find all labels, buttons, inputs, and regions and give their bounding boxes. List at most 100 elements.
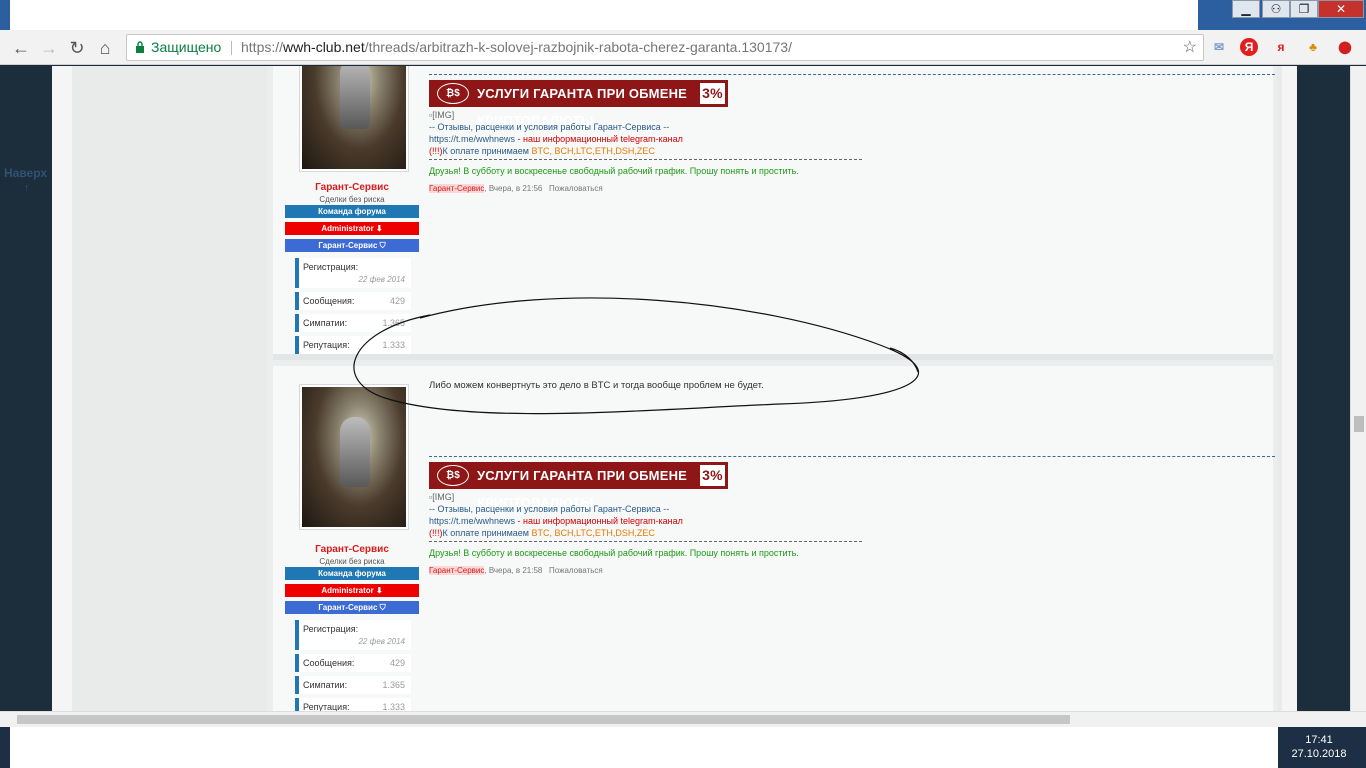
- badge-administrator: Administrator ⬇: [285, 584, 419, 597]
- url-host: wwh-club.net: [283, 39, 365, 55]
- taskbar-clock[interactable]: 17:41 27.10.2018: [1280, 733, 1358, 761]
- payment-coins: BTC, BCH,LTC,ETH,DSH,ZEC: [531, 528, 655, 538]
- url-text[interactable]: https://wwh-club.net/threads/arbitrazh-k…: [241, 35, 792, 60]
- omnibox-divider: [231, 41, 232, 55]
- avatar-image: [302, 66, 406, 169]
- banner-percent: 3%: [700, 465, 725, 486]
- stat-value: 22 фев 2014: [358, 637, 405, 646]
- restore-button[interactable]: ❐: [1290, 0, 1318, 18]
- signature-divider-2: [429, 541, 862, 542]
- telegram-link[interactable]: https://t.me/wwhnews: [429, 134, 515, 144]
- signature-payment-line: (!!!)К оплате принимаем BTC, BCH,LTC,ETH…: [429, 145, 1269, 157]
- garant-banner[interactable]: ₿$ УСЛУГИ ГАРАНТА ПРИ ОБМЕНЕ КРИПТОВАЛЮТ…: [429, 80, 728, 128]
- stat-reputation: Репутация: 1.333: [295, 698, 411, 711]
- message-meta: Гарант-Сервис, Вчера, в 21:58 Пожаловать…: [429, 566, 1269, 575]
- signature-payment-line: (!!!)К оплате принимаем BTC, BCH,LTC,ETH…: [429, 527, 1269, 539]
- badge-forum-team: Команда форума: [285, 567, 419, 580]
- payment-text: К оплате принимаем: [442, 146, 532, 156]
- crypto-coin-icon: ₿$: [437, 83, 469, 104]
- update-extension-icon[interactable]: ⬤: [1336, 38, 1354, 56]
- stat-label: Сообщения:: [303, 658, 355, 668]
- stat-likes: Симпатии: 1.365: [295, 676, 411, 694]
- stat-likes: Симпатии: 1.365: [295, 314, 411, 332]
- home-button[interactable]: ⌂: [93, 36, 117, 60]
- user-stats: Регистрация: 22 фев 2014 Сообщения: 429 Си…: [295, 258, 411, 358]
- meta-author-link[interactable]: Гарант-Сервис: [429, 566, 485, 575]
- lock-icon: [136, 41, 144, 53]
- stat-label: Симпатии:: [303, 680, 348, 690]
- message-user-info: Гарант-Сервис Сделки без риска Команда ф…: [285, 66, 419, 360]
- payment-coins: BTC, BCH,LTC,ETH,DSH,ZEC: [531, 146, 655, 156]
- post-item: Гарант-Сервис Сделки без риска Команда ф…: [273, 366, 1275, 711]
- scroll-to-top-link[interactable]: Наверх: [4, 166, 47, 180]
- horizontal-scrollbar[interactable]: [0, 711, 1366, 727]
- payment-prefix: (!!!): [429, 528, 443, 538]
- forum-page: Гарант-Сервис Сделки без риска Команда ф…: [52, 66, 1297, 711]
- stat-value: 1.333: [382, 702, 405, 711]
- reload-button[interactable]: ↻: [65, 36, 89, 60]
- user-avatar[interactable]: [299, 66, 409, 172]
- stat-value: 1.365: [382, 680, 405, 690]
- signature-telegram-line: https://t.me/wwhnews - наш информационны…: [429, 133, 1269, 145]
- garant-banner[interactable]: ₿$ УСЛУГИ ГАРАНТА ПРИ ОБМЕНЕ КРИПТОВАЛЮТ…: [429, 462, 728, 510]
- report-link[interactable]: Пожаловаться: [549, 566, 603, 575]
- stat-label: Регистрация:: [303, 624, 359, 634]
- signature-divider-2: [429, 159, 862, 160]
- clock-date: 27.10.2018: [1291, 748, 1347, 760]
- telegram-link[interactable]: https://t.me/wwhnews: [429, 516, 515, 526]
- yandex-extension-icon[interactable]: Я: [1240, 38, 1258, 56]
- meta-time[interactable]: , Вчера, в 21:58: [484, 566, 542, 575]
- signature-divider: [429, 456, 1275, 457]
- stat-value: 429: [389, 658, 405, 668]
- clock-time: 17:41: [1305, 734, 1333, 746]
- stat-messages[interactable]: Сообщения: 429: [295, 654, 411, 672]
- stat-value: 1.333: [382, 340, 405, 350]
- vertical-scrollbar[interactable]: [1350, 66, 1366, 711]
- banner-percent: 3%: [700, 83, 725, 104]
- user-avatar[interactable]: [299, 384, 409, 530]
- image-alt-text: [IMG]: [432, 110, 455, 120]
- up-arrow-icon[interactable]: ↑: [24, 182, 30, 194]
- message-content: ₿$ УСЛУГИ ГАРАНТА ПРИ ОБМЕНЕ КРИПТОВАЛЮТ…: [429, 74, 1275, 193]
- badge-garant-service: Гарант-Сервис ⛉: [285, 239, 419, 252]
- stat-label: Симпатии:: [303, 318, 348, 328]
- username[interactable]: Гарант-Сервис: [285, 182, 419, 193]
- avatar-image: [302, 387, 406, 527]
- page-viewport: Наверх ↑ Гарант-Сервис Сделки без риска …: [0, 66, 1350, 711]
- minimize-button[interactable]: ▁: [1232, 0, 1260, 18]
- stat-value: 1.365: [382, 318, 405, 328]
- stat-registration: Регистрация: 22 фев 2014: [295, 258, 411, 288]
- signature-divider: [429, 74, 1275, 75]
- yandex-browser-icon[interactable]: я: [1272, 38, 1290, 56]
- bike-extension-icon[interactable]: ♣: [1304, 38, 1322, 56]
- vertical-scroll-thumb[interactable]: [1354, 416, 1364, 432]
- meta-time[interactable]: , Вчера, в 21:56: [484, 184, 542, 193]
- horizontal-scroll-thumb[interactable]: [17, 715, 1070, 724]
- username[interactable]: Гарант-Сервис: [285, 544, 419, 555]
- signature-notice: Друзья! В субботу и воскресенье свободны…: [429, 548, 799, 558]
- message-meta: Гарант-Сервис, Вчера, в 21:56 Пожаловать…: [429, 184, 1269, 193]
- meta-author-link[interactable]: Гарант-Сервис: [429, 184, 485, 193]
- stat-value: 22 фев 2014: [358, 275, 405, 284]
- mail-extension-icon[interactable]: ✉: [1210, 38, 1228, 56]
- url-path: /threads/arbitrazh-k-solovej-razbojnik-r…: [364, 39, 792, 55]
- back-button[interactable]: ←: [9, 36, 33, 60]
- report-link[interactable]: Пожаловаться: [549, 184, 603, 193]
- message-content: Либо можем конвертнуть это дело в BTC и …: [429, 380, 1275, 575]
- user-icon[interactable]: ⚇: [1262, 0, 1290, 18]
- badge-garant-service: Гарант-Сервис ⛉: [285, 601, 419, 614]
- signature-notice: Друзья! В субботу и воскресенье свободны…: [429, 166, 799, 176]
- bookmark-star-icon[interactable]: ☆: [1183, 35, 1197, 60]
- stat-label: Репутация:: [303, 340, 350, 350]
- crypto-coin-icon: ₿$: [437, 465, 469, 486]
- telegram-text: - наш информационный telegram-канал: [515, 134, 683, 144]
- signature-telegram-line: https://t.me/wwhnews - наш информационны…: [429, 515, 1269, 527]
- browser-tab-strip: [10, 0, 1198, 32]
- post-item: Гарант-Сервис Сделки без риска Команда ф…: [273, 66, 1275, 360]
- stat-reputation: Репутация: 1.333: [295, 336, 411, 354]
- stat-registration: Регистрация: 22 фев 2014: [295, 620, 411, 650]
- stat-messages[interactable]: Сообщения: 429: [295, 292, 411, 310]
- close-button[interactable]: ✕: [1318, 0, 1364, 18]
- address-bar[interactable]: Защищено https://wwh-club.net/threads/ar…: [126, 34, 1204, 61]
- forward-button[interactable]: →: [37, 36, 61, 60]
